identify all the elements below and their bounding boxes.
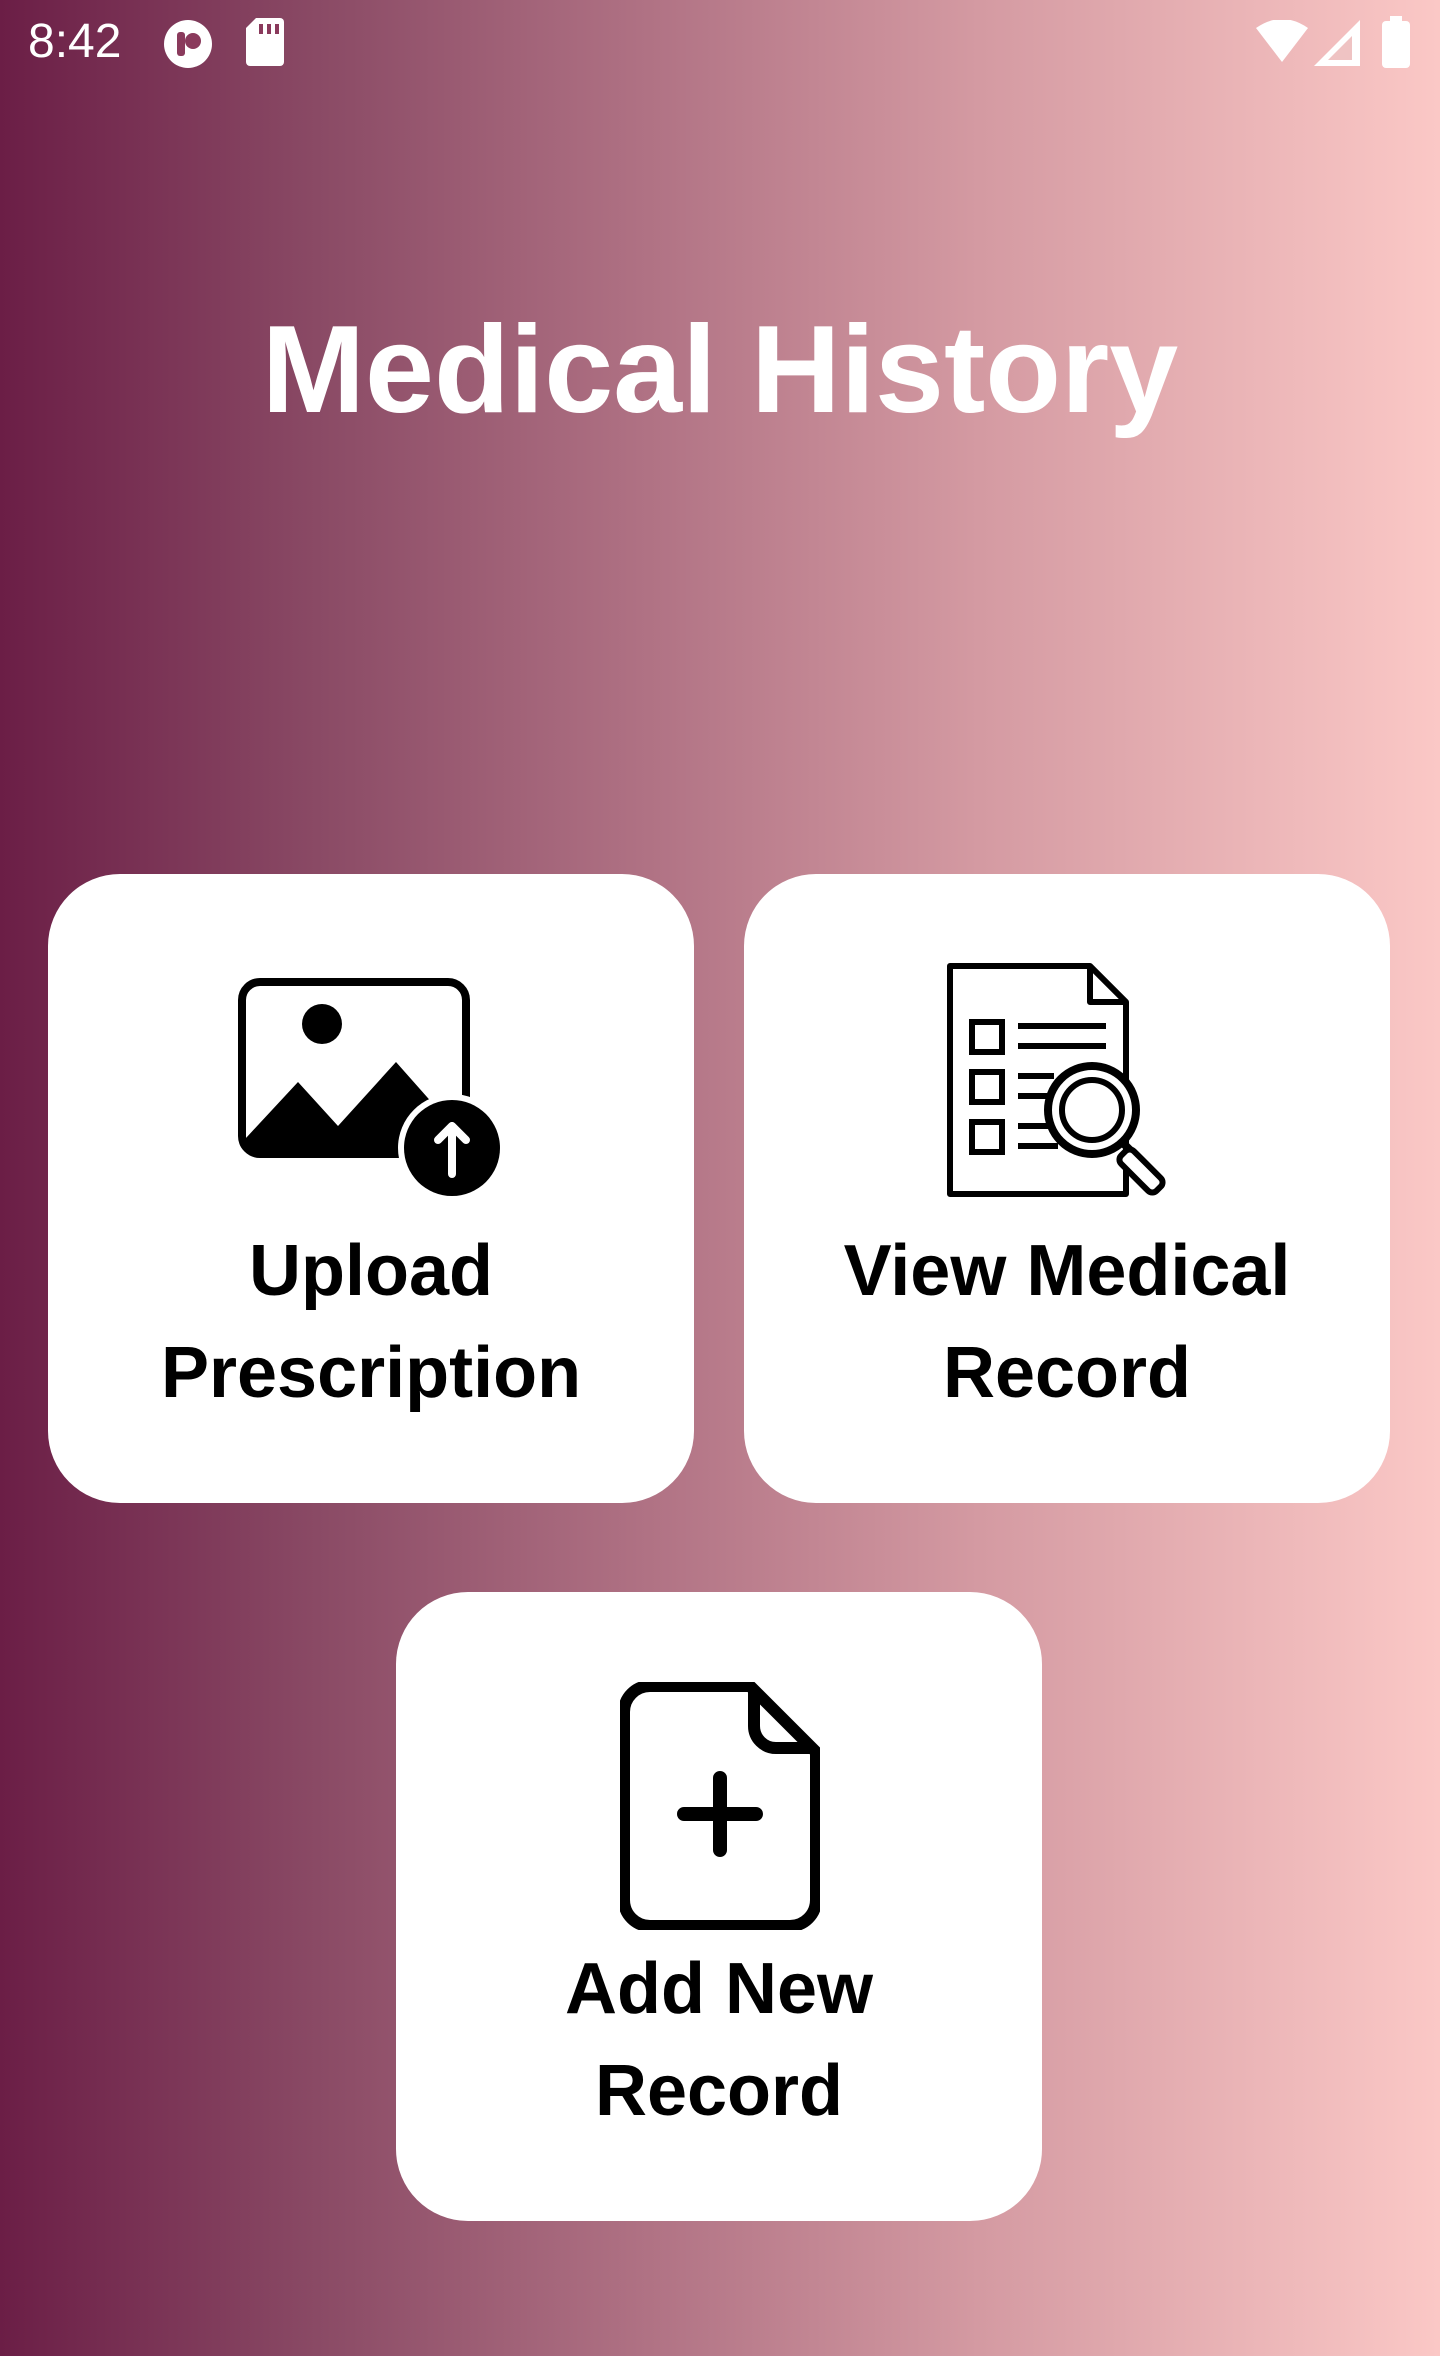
- view-label-line2: Record: [942, 1333, 1192, 1413]
- upload-prescription-button[interactable]: Upload Prescription: [48, 874, 694, 1503]
- status-time: 8:42: [28, 15, 122, 68]
- upload-prescription-label: Upload Prescription: [48, 1220, 694, 1424]
- view-label-line1: View Medical: [843, 1231, 1291, 1311]
- sd-card-icon: [246, 18, 284, 66]
- add-new-record-button[interactable]: Add New Record: [396, 1592, 1042, 2221]
- battery-icon: [1382, 16, 1410, 68]
- page-title: Medical History: [261, 301, 1179, 439]
- view-medical-record-button[interactable]: View Medical Record: [744, 874, 1390, 1503]
- app-notification-icon: [164, 20, 212, 68]
- view-medical-record-label: View Medical Record: [744, 1220, 1390, 1424]
- image-upload-icon: [238, 978, 506, 1202]
- upload-label-line1: Upload: [249, 1231, 493, 1311]
- wifi-icon: [1256, 20, 1308, 62]
- document-search-icon: [947, 963, 1166, 1197]
- status-bar: 8:42: [0, 0, 1440, 84]
- add-label-line2: Record: [594, 2051, 844, 2131]
- upload-label-line2: Prescription: [160, 1333, 582, 1413]
- add-new-record-label: Add New Record: [396, 1938, 1042, 2142]
- cell-signal-icon: [1314, 20, 1360, 66]
- add-file-icon: [620, 1682, 820, 1930]
- add-label-line1: Add New: [564, 1949, 873, 2029]
